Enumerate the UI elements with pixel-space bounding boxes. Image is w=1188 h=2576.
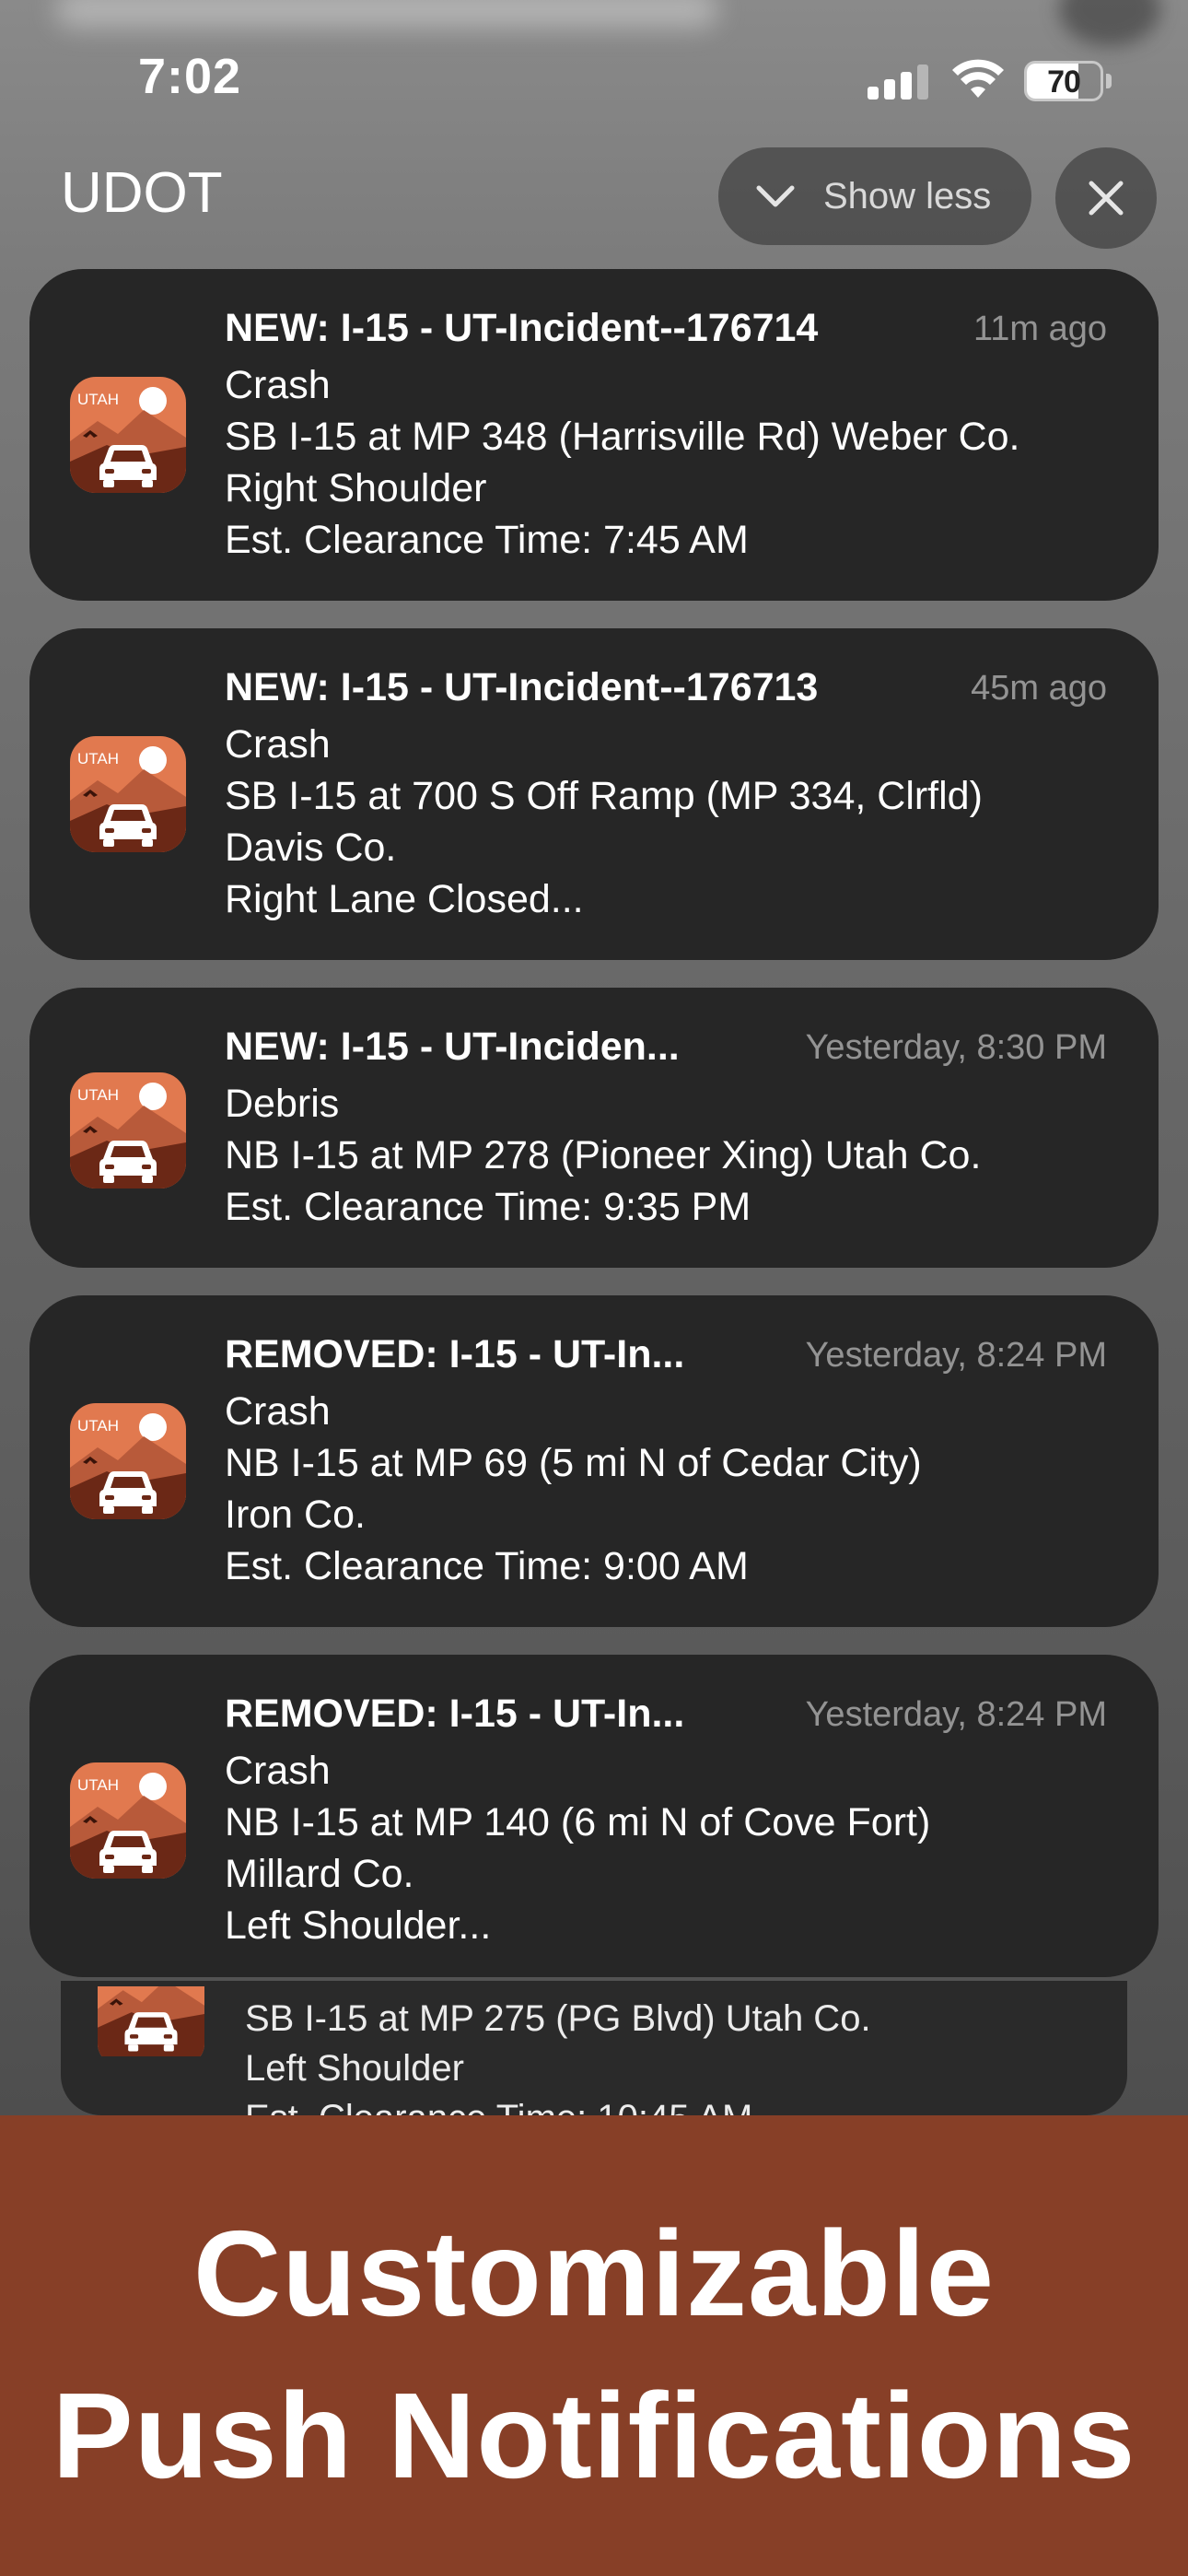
svg-text:UTAH: UTAH xyxy=(77,1086,119,1104)
notification-line: Est. Clearance Time: 7:45 AM xyxy=(225,518,749,562)
wifi-icon xyxy=(952,59,1004,98)
notification-line: Millard Co. xyxy=(225,1852,414,1896)
notification-time: Yesterday, 8:24 PM xyxy=(805,1336,1107,1375)
notification-line: Est. Clearance Time: 9:35 PM xyxy=(225,1185,751,1229)
promo-banner: Customizable Push Notifications xyxy=(0,2115,1188,2576)
notification-title: NEW: I-15 - UT-Incident--176713 xyxy=(225,665,819,709)
chevron-down-icon xyxy=(756,185,795,207)
notification-body: Crash SB I-15 at MP 348 (Harrisville Rd)… xyxy=(225,359,1122,566)
app-name: UDOT xyxy=(61,161,223,225)
battery-icon: 70 xyxy=(1024,61,1103,101)
notification-line: Left Shoulder xyxy=(245,2048,464,2089)
notification-line: SB I-15 at 700 S Off Ramp (MP 334, Clrfl… xyxy=(225,774,983,818)
notification-line: Right Shoulder xyxy=(225,466,487,510)
notification-line: NB I-15 at MP 69 (5 mi N of Cedar City) xyxy=(225,1441,922,1485)
promo-headline-line2: Push Notifications xyxy=(52,2368,1136,2503)
notification-body: Crash NB I-15 at MP 69 (5 mi N of Cedar … xyxy=(225,1386,1122,1592)
notification-time: 45m ago xyxy=(971,669,1107,708)
notification-title: REMOVED: I-15 - UT-In... xyxy=(225,1332,685,1376)
cellular-signal-icon xyxy=(868,64,930,100)
notification-line: Crash xyxy=(225,1389,331,1434)
notification-line: Crash xyxy=(225,1749,331,1793)
svg-text:UTAH: UTAH xyxy=(77,750,119,767)
notification-line: Iron Co. xyxy=(225,1493,366,1537)
close-button[interactable] xyxy=(1055,147,1157,249)
notification-time: 11m ago xyxy=(973,310,1107,348)
notification-line: Debris xyxy=(225,1082,340,1126)
svg-text:UTAH: UTAH xyxy=(77,391,119,408)
udot-app-icon: UTAH xyxy=(70,1403,186,1519)
status-time: 7:02 xyxy=(138,49,242,104)
notification-line: Crash xyxy=(225,363,331,407)
status-bar: 7:02 70 xyxy=(0,0,1188,157)
udot-app-icon-graphic: UTAH xyxy=(70,377,186,493)
notification-time: Yesterday, 8:24 PM xyxy=(805,1695,1107,1734)
notification-line: NB I-15 at MP 278 (Pioneer Xing) Utah Co… xyxy=(225,1133,982,1177)
notification-card[interactable]: UTAH NEW: I-15 - UT-Inciden... Yesterday… xyxy=(29,988,1159,1268)
udot-app-icon: UTAH xyxy=(70,377,186,493)
udot-app-icon-graphic: UTAH xyxy=(70,1762,186,1879)
notification-card[interactable]: UTAH NEW: I-15 - UT-Incident--176714 11m… xyxy=(29,269,1159,601)
notification-line: Davis Co. xyxy=(225,825,397,870)
notification-card[interactable]: UTAH NEW: I-15 - UT-Incident--176713 45m… xyxy=(29,628,1159,960)
udot-app-icon-graphic: UTAH xyxy=(70,1403,186,1519)
notification-card[interactable]: UTAH REMOVED: I-15 - UT-In... Yesterday,… xyxy=(29,1295,1159,1627)
notification-title: REMOVED: I-15 - UT-In... xyxy=(225,1692,685,1736)
udot-app-icon: UTAH xyxy=(70,1072,186,1188)
notification-body: Crash NB I-15 at MP 140 (6 mi N of Cove … xyxy=(225,1745,1122,1951)
notification-body: Debris NB I-15 at MP 278 (Pioneer Xing) … xyxy=(225,1078,1122,1233)
notification-time: Yesterday, 8:30 PM xyxy=(805,1028,1107,1067)
svg-text:UTAH: UTAH xyxy=(77,1417,119,1434)
svg-text:UTAH: UTAH xyxy=(77,1776,119,1794)
udot-app-icon-graphic: UTAH xyxy=(70,736,186,852)
notification-group-header: UDOT Show less xyxy=(0,147,1188,258)
notification-card[interactable]: UTAH REMOVED: I-15 - UT-In... Yesterday,… xyxy=(29,1655,1159,1977)
notification-line: Crash xyxy=(225,722,331,767)
notification-title: NEW: I-15 - UT-Incident--176714 xyxy=(225,306,819,350)
udot-app-icon-graphic: UTAH xyxy=(70,1072,186,1188)
udot-app-icon-graphic: UTAH xyxy=(98,1986,204,2056)
battery-nub xyxy=(1106,74,1112,88)
notification-line: NB I-15 at MP 140 (6 mi N of Cove Fort) xyxy=(225,1800,931,1844)
promo-headline-line1: Customizable xyxy=(192,2206,996,2341)
notification-line: Est. Clearance Time: 9:00 AM xyxy=(225,1544,749,1588)
udot-app-icon: UTAH xyxy=(70,1762,186,1879)
notification-body: Crash SB I-15 at 700 S Off Ramp (MP 334,… xyxy=(225,719,1122,925)
udot-app-icon: UTAH xyxy=(98,1986,204,2066)
notification-title: NEW: I-15 - UT-Inciden... xyxy=(225,1025,680,1069)
stacked-notification[interactable]: UTAH SB I-15 at MP 275 (PG Blvd) Utah Co… xyxy=(61,1981,1127,2138)
notification-line: SB I-15 at MP 348 (Harrisville Rd) Weber… xyxy=(225,415,1020,459)
udot-app-icon: UTAH xyxy=(70,736,186,852)
show-less-label: Show less xyxy=(823,175,992,217)
notification-line: Left Shoulder... xyxy=(225,1903,492,1948)
show-less-button[interactable]: Show less xyxy=(718,147,1031,245)
notification-line: SB I-15 at MP 275 (PG Blvd) Utah Co. xyxy=(245,1998,871,2039)
notification-line: Right Lane Closed... xyxy=(225,877,584,921)
battery-level: 70 xyxy=(1047,64,1081,100)
close-icon xyxy=(1089,181,1124,216)
